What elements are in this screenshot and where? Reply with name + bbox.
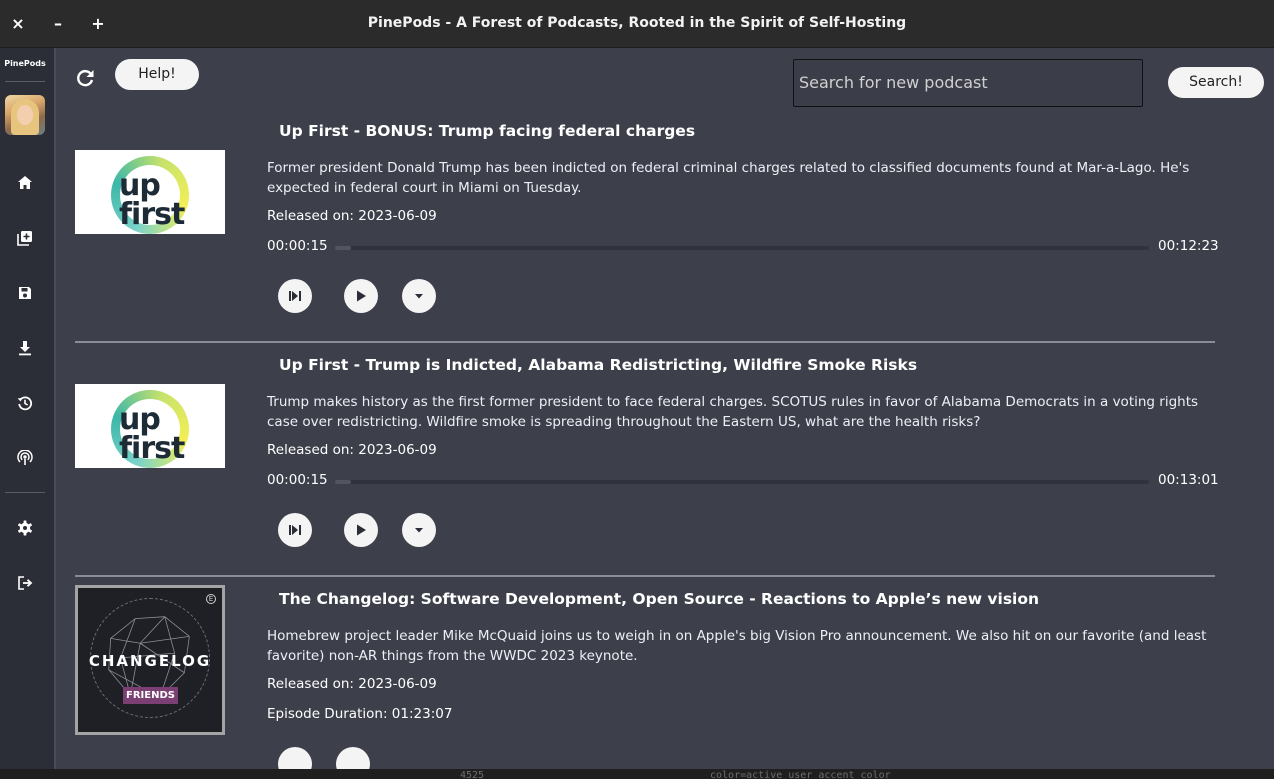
brand-divider <box>5 81 45 82</box>
saved-icon[interactable] <box>14 282 36 304</box>
episode-artwork[interactable]: up first <box>75 150 225 234</box>
episode-menu-button[interactable] <box>402 513 436 547</box>
episode-release-date: Released on: 2023-06-09 <box>267 442 437 458</box>
background-editor-strip: 4525 color=active_user_accent_color <box>0 769 1274 779</box>
settings-icon[interactable] <box>14 517 36 539</box>
play-button[interactable] <box>336 747 370 769</box>
play-button[interactable] <box>344 513 378 547</box>
artwork-text: first <box>119 197 185 232</box>
explicit-badge: E <box>206 594 216 604</box>
history-icon[interactable] <box>14 392 36 414</box>
window-title: PinePods - A Forest of Podcasts, Rooted … <box>367 15 907 31</box>
episode-item: up first Up First - Trump is Indicted, A… <box>75 354 1219 577</box>
help-button[interactable]: Help! <box>115 59 199 90</box>
search-input[interactable]: Search for new podcast <box>793 59 1143 107</box>
queue-episode-button[interactable] <box>278 513 312 547</box>
progress-bar[interactable] <box>335 480 1149 484</box>
avatar-face <box>17 105 33 125</box>
window-titlebar: × – + PinePods - A Forest of Podcasts, R… <box>0 0 1274 48</box>
progress-bar[interactable] <box>335 246 1149 250</box>
episode-menu-button[interactable] <box>402 279 436 313</box>
search-button[interactable]: Search! <box>1168 67 1264 98</box>
podcasts-icon[interactable] <box>14 447 36 469</box>
queue-episode-button[interactable] <box>278 747 312 769</box>
elapsed-time: 00:00:15 <box>267 472 328 488</box>
episode-title[interactable]: The Changelog: Software Development, Ope… <box>279 590 1039 608</box>
artwork-text: CHANGELOG <box>88 652 212 670</box>
episode-item: up first Up First - BONUS: Trump facing … <box>75 120 1219 343</box>
episode-artwork[interactable]: CHANGELOG FRIENDS E <box>75 585 225 735</box>
episode-divider <box>75 341 1215 343</box>
total-time: 00:12:23 <box>1158 238 1219 254</box>
nav-divider <box>5 492 45 493</box>
episode-description: Trump makes history as the first former … <box>267 394 1199 430</box>
download-icon[interactable] <box>14 337 36 359</box>
user-avatar[interactable] <box>5 95 45 135</box>
episode-release-date: Released on: 2023-06-09 <box>267 208 437 224</box>
episode-duration: Episode Duration: 01:23:07 <box>267 706 453 722</box>
episode-artwork[interactable]: up first <box>75 384 225 468</box>
queue-episode-button[interactable] <box>278 279 312 313</box>
progress-fill <box>335 246 352 250</box>
elapsed-time: 00:00:15 <box>267 238 328 254</box>
code-line-number: 4525 <box>460 770 485 779</box>
code-line-text: color=active_user_accent_color <box>710 770 891 779</box>
home-icon[interactable] <box>14 172 36 194</box>
episode-description: Former president Donald Trump has been i… <box>267 160 1190 196</box>
refresh-icon[interactable] <box>74 67 96 89</box>
episode-release-date: Released on: 2023-06-09 <box>267 676 437 692</box>
artwork-text: first <box>119 431 185 466</box>
artwork-badge: FRIENDS <box>123 687 178 704</box>
episode-title[interactable]: Up First - BONUS: Trump facing federal c… <box>279 122 695 140</box>
sidebar: PinePods <box>0 48 56 779</box>
main-content: Help! Search for new podcast Search! up … <box>56 48 1274 769</box>
brand-name: PinePods <box>4 59 46 68</box>
episode-item: CHANGELOG FRIENDS E The Changelog: Softw… <box>75 585 1215 769</box>
queue-icon[interactable] <box>14 227 36 249</box>
episode-description: Homebrew project leader Mike McQuaid joi… <box>267 628 1207 664</box>
total-time: 00:13:01 <box>1158 472 1219 488</box>
episode-title[interactable]: Up First - Trump is Indicted, Alabama Re… <box>279 356 917 374</box>
progress-fill <box>335 480 352 484</box>
play-button[interactable] <box>344 279 378 313</box>
logout-icon[interactable] <box>14 572 36 594</box>
episode-divider <box>75 575 1215 577</box>
